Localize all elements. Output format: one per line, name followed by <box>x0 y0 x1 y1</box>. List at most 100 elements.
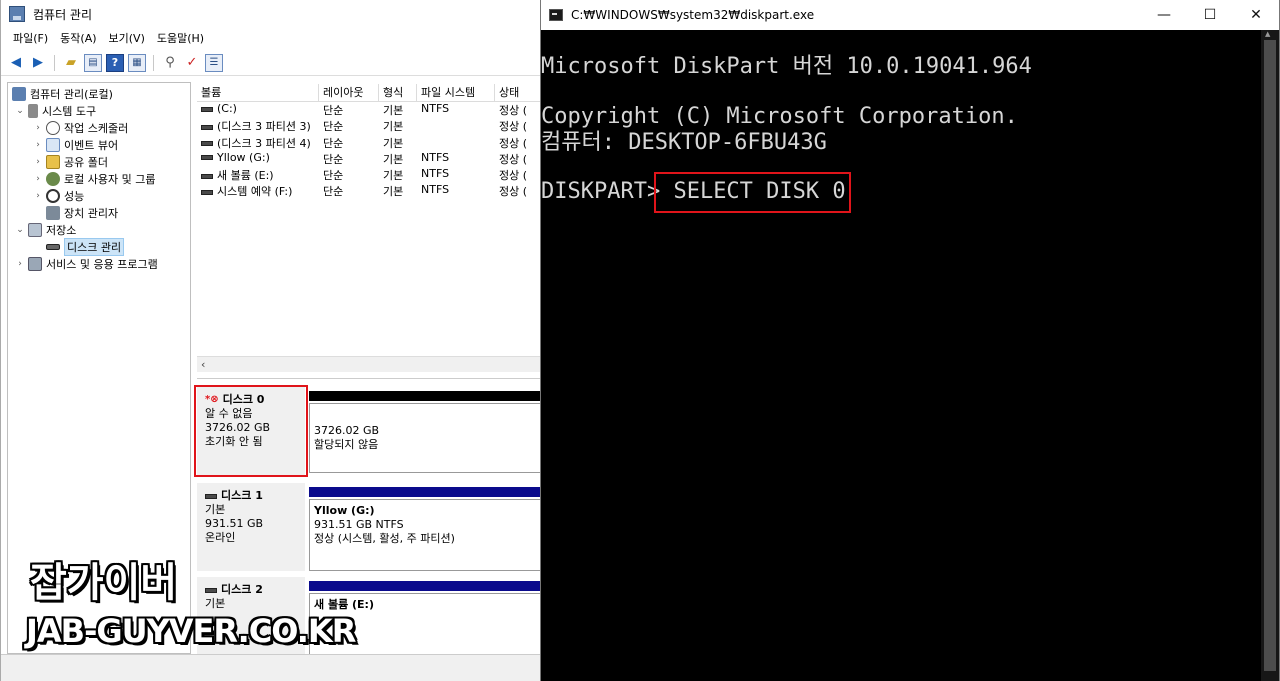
scroll-left-icon[interactable]: ‹ <box>201 358 205 371</box>
disk-icon <box>205 587 217 593</box>
maximize-button[interactable]: ☐ <box>1187 0 1233 30</box>
volume-layout: 단순 <box>323 120 344 134</box>
tree-item-task-scheduler[interactable]: › 작업 스케줄러 <box>32 119 128 136</box>
horizontal-scrollbar[interactable]: ‹ <box>197 356 541 372</box>
clock-icon <box>46 120 60 135</box>
up-folder-icon[interactable]: ▰ <box>62 54 80 72</box>
tree-item-label: 컴퓨터 관리(로컬) <box>30 87 113 101</box>
command-highlight-box <box>654 172 851 213</box>
tree-item-performance[interactable]: › 성능 <box>32 187 84 204</box>
watermark-korean: 잡가이버 <box>30 560 178 606</box>
properties-icon[interactable]: ▦ <box>128 53 146 72</box>
volume-status: 정상 ( <box>499 136 528 150</box>
table-row[interactable]: 새 볼륨 (E:) 단순 기본 NTFS 정상 ( <box>197 167 541 183</box>
volume-status: 정상 ( <box>499 152 528 166</box>
forward-arrow-icon[interactable]: ▶ <box>29 54 47 72</box>
tree-item-local-users[interactable]: › 로컬 사용자 및 그룹 <box>32 170 155 187</box>
event-viewer-icon <box>46 137 60 152</box>
volume-type: 기본 <box>383 120 404 134</box>
column-header-status[interactable]: 상태 <box>495 84 541 102</box>
tree-item-computer-management[interactable]: 컴퓨터 관리(로컬) <box>10 85 113 102</box>
volume-icon <box>201 189 213 195</box>
tree-item-label: 성능 <box>64 189 85 203</box>
volume-status: 정상 ( <box>499 169 528 183</box>
users-icon <box>46 171 60 186</box>
tree-item-disk-management[interactable]: 디스크 관리 <box>44 237 125 256</box>
volume-type: 기본 <box>383 104 404 117</box>
menu-file[interactable]: 파일(F) <box>7 30 54 46</box>
volume-filesystem: NTFS <box>421 167 450 181</box>
chevron-right-icon[interactable]: › <box>32 157 44 167</box>
table-row[interactable]: (C:) 단순 기본 NTFS 정상 ( <box>197 102 541 118</box>
menu-action[interactable]: 동작(A) <box>54 30 102 46</box>
disk-2-bar <box>309 581 541 591</box>
console-icon <box>549 9 563 21</box>
column-header-volume[interactable]: 볼륨 <box>197 84 319 102</box>
performance-icon <box>46 188 60 203</box>
table-row[interactable]: (디스크 3 파티션 4) 단순 기본 정상 ( <box>197 135 541 151</box>
scrollbar-thumb[interactable] <box>1264 40 1276 671</box>
disk-2-part-title: 새 볼륨 (E:) <box>314 598 374 611</box>
volume-icon <box>201 124 213 130</box>
column-header-filesystem[interactable]: 파일 시스템 <box>417 84 495 102</box>
tree-item-label: 공유 폴더 <box>64 155 108 169</box>
tree-item-label: 저장소 <box>46 223 77 237</box>
chevron-down-icon[interactable]: ⌄ <box>14 225 26 235</box>
tools-icon <box>28 103 38 118</box>
scroll-up-icon[interactable]: ▲ <box>1265 30 1270 38</box>
console-output[interactable]: Microsoft DiskPart 버전 10.0.19041.964 Cop… <box>541 30 1261 681</box>
disk-2-name: 디스크 2 <box>221 583 263 596</box>
disk-1-line2: 931.51 GB <box>205 517 264 530</box>
volume-type: 기본 <box>383 136 404 150</box>
tree-item-shared-folders[interactable]: › 공유 폴더 <box>32 153 108 170</box>
watermark-url: JAB-GUYVER.CO.KR <box>26 612 356 650</box>
tree-item-system-tools[interactable]: ⌄ 시스템 도구 <box>14 102 96 119</box>
tree-item-services[interactable]: › 서비스 및 응용 프로그램 <box>14 255 158 272</box>
disk-management-icon <box>46 243 60 250</box>
menu-help[interactable]: 도움말(H) <box>151 30 210 46</box>
cm-window-title: 컴퓨터 관리 <box>33 7 93 22</box>
close-button[interactable]: ✕ <box>1233 0 1279 30</box>
table-row[interactable]: 시스템 예약 (F:) 단순 기본 NTFS 정상 ( <box>197 183 541 199</box>
disk-1-bar <box>309 487 541 497</box>
chevron-right-icon[interactable]: › <box>14 259 26 269</box>
volume-name: 시스템 예약 (F:) <box>217 185 293 199</box>
cm-status-bar <box>1 654 541 681</box>
disk-1-partition[interactable]: Yllow (G:) 931.51 GB NTFS 정상 (시스템, 활성, 주… <box>309 499 541 571</box>
disk-0-partition[interactable]: 3726.02 GB 할당되지 않음 <box>309 403 541 473</box>
tree-item-label: 로컬 사용자 및 그룹 <box>64 172 156 186</box>
table-row[interactable]: Yllow (G:) 단순 기본 NTFS 정상 ( <box>197 151 541 167</box>
settings-icon[interactable]: ☰ <box>205 53 223 72</box>
column-header-type[interactable]: 형식 <box>379 84 417 102</box>
volume-icon <box>201 173 213 179</box>
device-manager-icon <box>46 205 60 220</box>
tree-item-label: 디스크 관리 <box>64 237 125 256</box>
tree-item-event-viewer[interactable]: › 이벤트 뷰어 <box>32 136 118 153</box>
volume-filesystem: NTFS <box>421 150 450 164</box>
table-row[interactable]: (디스크 3 파티션 3) 단순 기본 정상 ( <box>197 118 541 134</box>
volume-list: (C:) 단순 기본 NTFS 정상 ( (디스크 3 파티션 3) 단순 기본… <box>197 102 541 352</box>
tree-item-storage[interactable]: ⌄ 저장소 <box>14 221 76 238</box>
minimize-button[interactable]: — <box>1141 0 1187 30</box>
chevron-down-icon[interactable]: ⌄ <box>14 106 26 116</box>
connect-icon[interactable]: ⚲ <box>161 54 179 72</box>
disk-1-info[interactable]: 디스크 1 기본 931.51 GB 온라인 <box>197 483 305 571</box>
chevron-right-icon[interactable]: › <box>32 174 44 184</box>
disk-0-bar <box>309 391 541 401</box>
column-header-layout[interactable]: 레이아웃 <box>319 84 379 102</box>
show-hide-tree-icon[interactable]: ▤ <box>84 53 102 72</box>
back-arrow-icon[interactable]: ◀ <box>7 54 25 72</box>
check-icon[interactable]: ✓ <box>183 54 201 72</box>
volume-icon <box>201 106 213 112</box>
help-icon[interactable]: ? <box>106 53 124 72</box>
console-vertical-scrollbar[interactable]: ▲ <box>1261 30 1279 681</box>
volume-filesystem: NTFS <box>421 102 450 115</box>
storage-icon <box>28 222 42 237</box>
chevron-right-icon[interactable]: › <box>32 191 44 201</box>
tree-item-label: 서비스 및 응용 프로그램 <box>46 257 158 271</box>
chevron-right-icon[interactable]: › <box>32 140 44 150</box>
menu-view[interactable]: 보기(V) <box>103 30 151 46</box>
chevron-right-icon[interactable]: › <box>32 123 44 133</box>
tree-item-device-manager[interactable]: 장치 관리자 <box>44 204 118 221</box>
tree-item-label: 이벤트 뷰어 <box>64 138 119 152</box>
